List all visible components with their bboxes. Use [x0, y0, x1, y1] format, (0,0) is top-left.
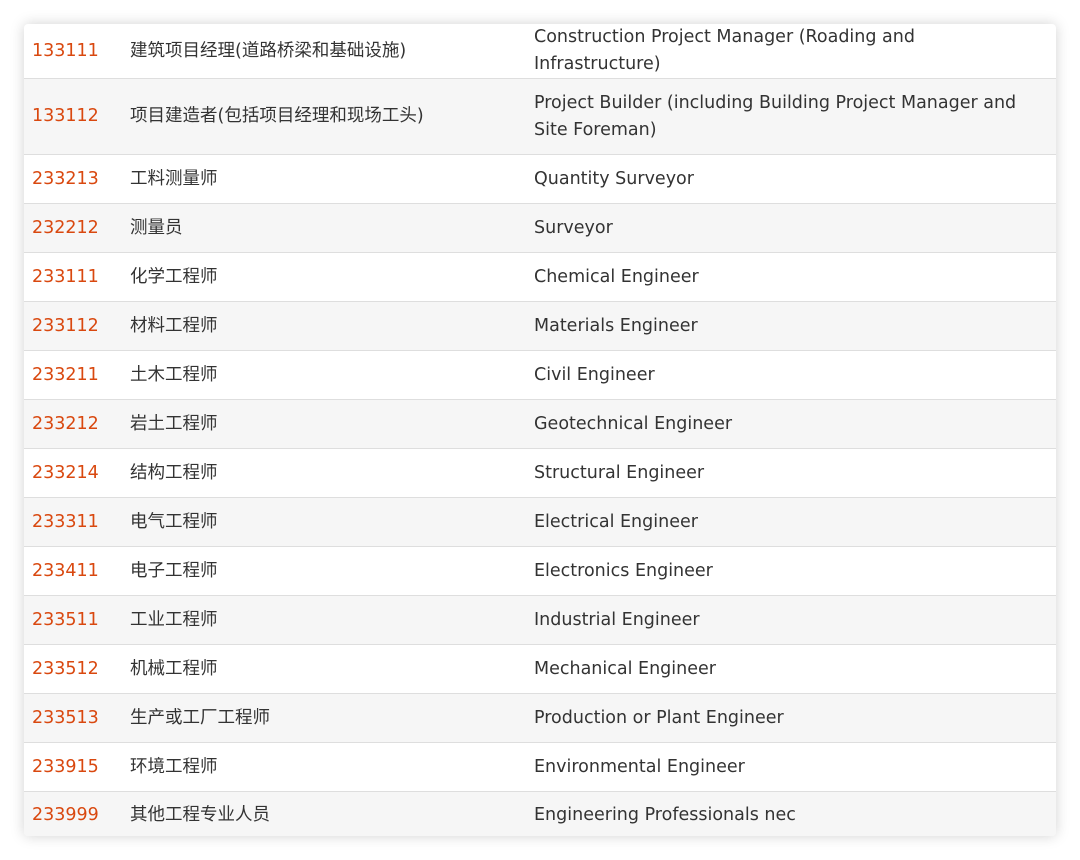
occupation-code: 233999 [24, 791, 130, 836]
occupation-code: 233512 [24, 644, 130, 694]
occupation-code: 133111 [24, 24, 130, 79]
occupation-name-chinese: 电子工程师 [130, 546, 534, 596]
occupation-code: 233212 [24, 399, 130, 449]
table-row: 233311 电气工程师 Electrical Engineer [24, 497, 1056, 547]
table-row: 133111 建筑项目经理(道路桥梁和基础设施) Construction Pr… [24, 24, 1056, 79]
occupation-name-english: Project Builder (including Building Proj… [534, 78, 1056, 155]
occupation-name-chinese: 项目建造者(包括项目经理和现场工头) [130, 78, 534, 155]
occupation-name-english: Construction Project Manager (Roading an… [534, 24, 1056, 79]
table-row: 232212 测量员 Surveyor [24, 203, 1056, 253]
occupation-name-english: Mechanical Engineer [534, 644, 1056, 694]
table-row: 233112 材料工程师 Materials Engineer [24, 301, 1056, 351]
table-row: 233212 岩土工程师 Geotechnical Engineer [24, 399, 1056, 449]
occupation-name-chinese: 结构工程师 [130, 448, 534, 498]
occupation-name-english: Geotechnical Engineer [534, 399, 1056, 449]
table-row: 133112 项目建造者(包括项目经理和现场工头) Project Builde… [24, 78, 1056, 155]
occupation-code: 233111 [24, 252, 130, 302]
table-row: 233513 生产或工厂工程师 Production or Plant Engi… [24, 693, 1056, 743]
occupation-name-chinese: 岩土工程师 [130, 399, 534, 449]
occupation-name-english: Industrial Engineer [534, 595, 1056, 645]
occupation-code: 233513 [24, 693, 130, 743]
occupation-name-english: Civil Engineer [534, 350, 1056, 400]
occupation-code: 233112 [24, 301, 130, 351]
occupation-name-english: Electronics Engineer [534, 546, 1056, 596]
occupation-name-chinese: 电气工程师 [130, 497, 534, 547]
table-row: 233999 其他工程专业人员 Engineering Professional… [24, 791, 1056, 836]
table-row: 233411 电子工程师 Electronics Engineer [24, 546, 1056, 596]
occupation-name-chinese: 土木工程师 [130, 350, 534, 400]
occupation-table: 133111 建筑项目经理(道路桥梁和基础设施) Construction Pr… [24, 24, 1056, 836]
occupation-table-card: 133111 建筑项目经理(道路桥梁和基础设施) Construction Pr… [24, 24, 1056, 836]
table-row: 233214 结构工程师 Structural Engineer [24, 448, 1056, 498]
occupation-table-body: 133111 建筑项目经理(道路桥梁和基础设施) Construction Pr… [24, 24, 1056, 836]
occupation-name-chinese: 环境工程师 [130, 742, 534, 792]
occupation-name-english: Surveyor [534, 203, 1056, 253]
table-row: 233211 土木工程师 Civil Engineer [24, 350, 1056, 400]
occupation-name-chinese: 化学工程师 [130, 252, 534, 302]
table-row: 233511 工业工程师 Industrial Engineer [24, 595, 1056, 645]
occupation-name-chinese: 建筑项目经理(道路桥梁和基础设施) [130, 24, 534, 79]
table-row: 233111 化学工程师 Chemical Engineer [24, 252, 1056, 302]
occupation-code: 233214 [24, 448, 130, 498]
occupation-name-chinese: 生产或工厂工程师 [130, 693, 534, 743]
occupation-name-chinese: 其他工程专业人员 [130, 791, 534, 836]
occupation-code: 233511 [24, 595, 130, 645]
occupation-code: 233915 [24, 742, 130, 792]
occupation-name-english: Structural Engineer [534, 448, 1056, 498]
occupation-name-chinese: 工业工程师 [130, 595, 534, 645]
occupation-code: 233311 [24, 497, 130, 547]
table-row: 233512 机械工程师 Mechanical Engineer [24, 644, 1056, 694]
occupation-code: 233411 [24, 546, 130, 596]
table-row: 233213 工料测量师 Quantity Surveyor [24, 154, 1056, 204]
table-row: 233915 环境工程师 Environmental Engineer [24, 742, 1056, 792]
occupation-code: 233213 [24, 154, 130, 204]
occupation-name-english: Engineering Professionals nec [534, 791, 1056, 836]
occupation-code: 233211 [24, 350, 130, 400]
occupation-name-chinese: 材料工程师 [130, 301, 534, 351]
occupation-name-chinese: 机械工程师 [130, 644, 534, 694]
occupation-name-english: Quantity Surveyor [534, 154, 1056, 204]
occupation-name-chinese: 测量员 [130, 203, 534, 253]
occupation-name-english: Electrical Engineer [534, 497, 1056, 547]
occupation-name-english: Production or Plant Engineer [534, 693, 1056, 743]
occupation-name-english: Materials Engineer [534, 301, 1056, 351]
occupation-code: 232212 [24, 203, 130, 253]
occupation-name-english: Environmental Engineer [534, 742, 1056, 792]
occupation-code: 133112 [24, 78, 130, 155]
occupation-name-chinese: 工料测量师 [130, 154, 534, 204]
occupation-name-english: Chemical Engineer [534, 252, 1056, 302]
